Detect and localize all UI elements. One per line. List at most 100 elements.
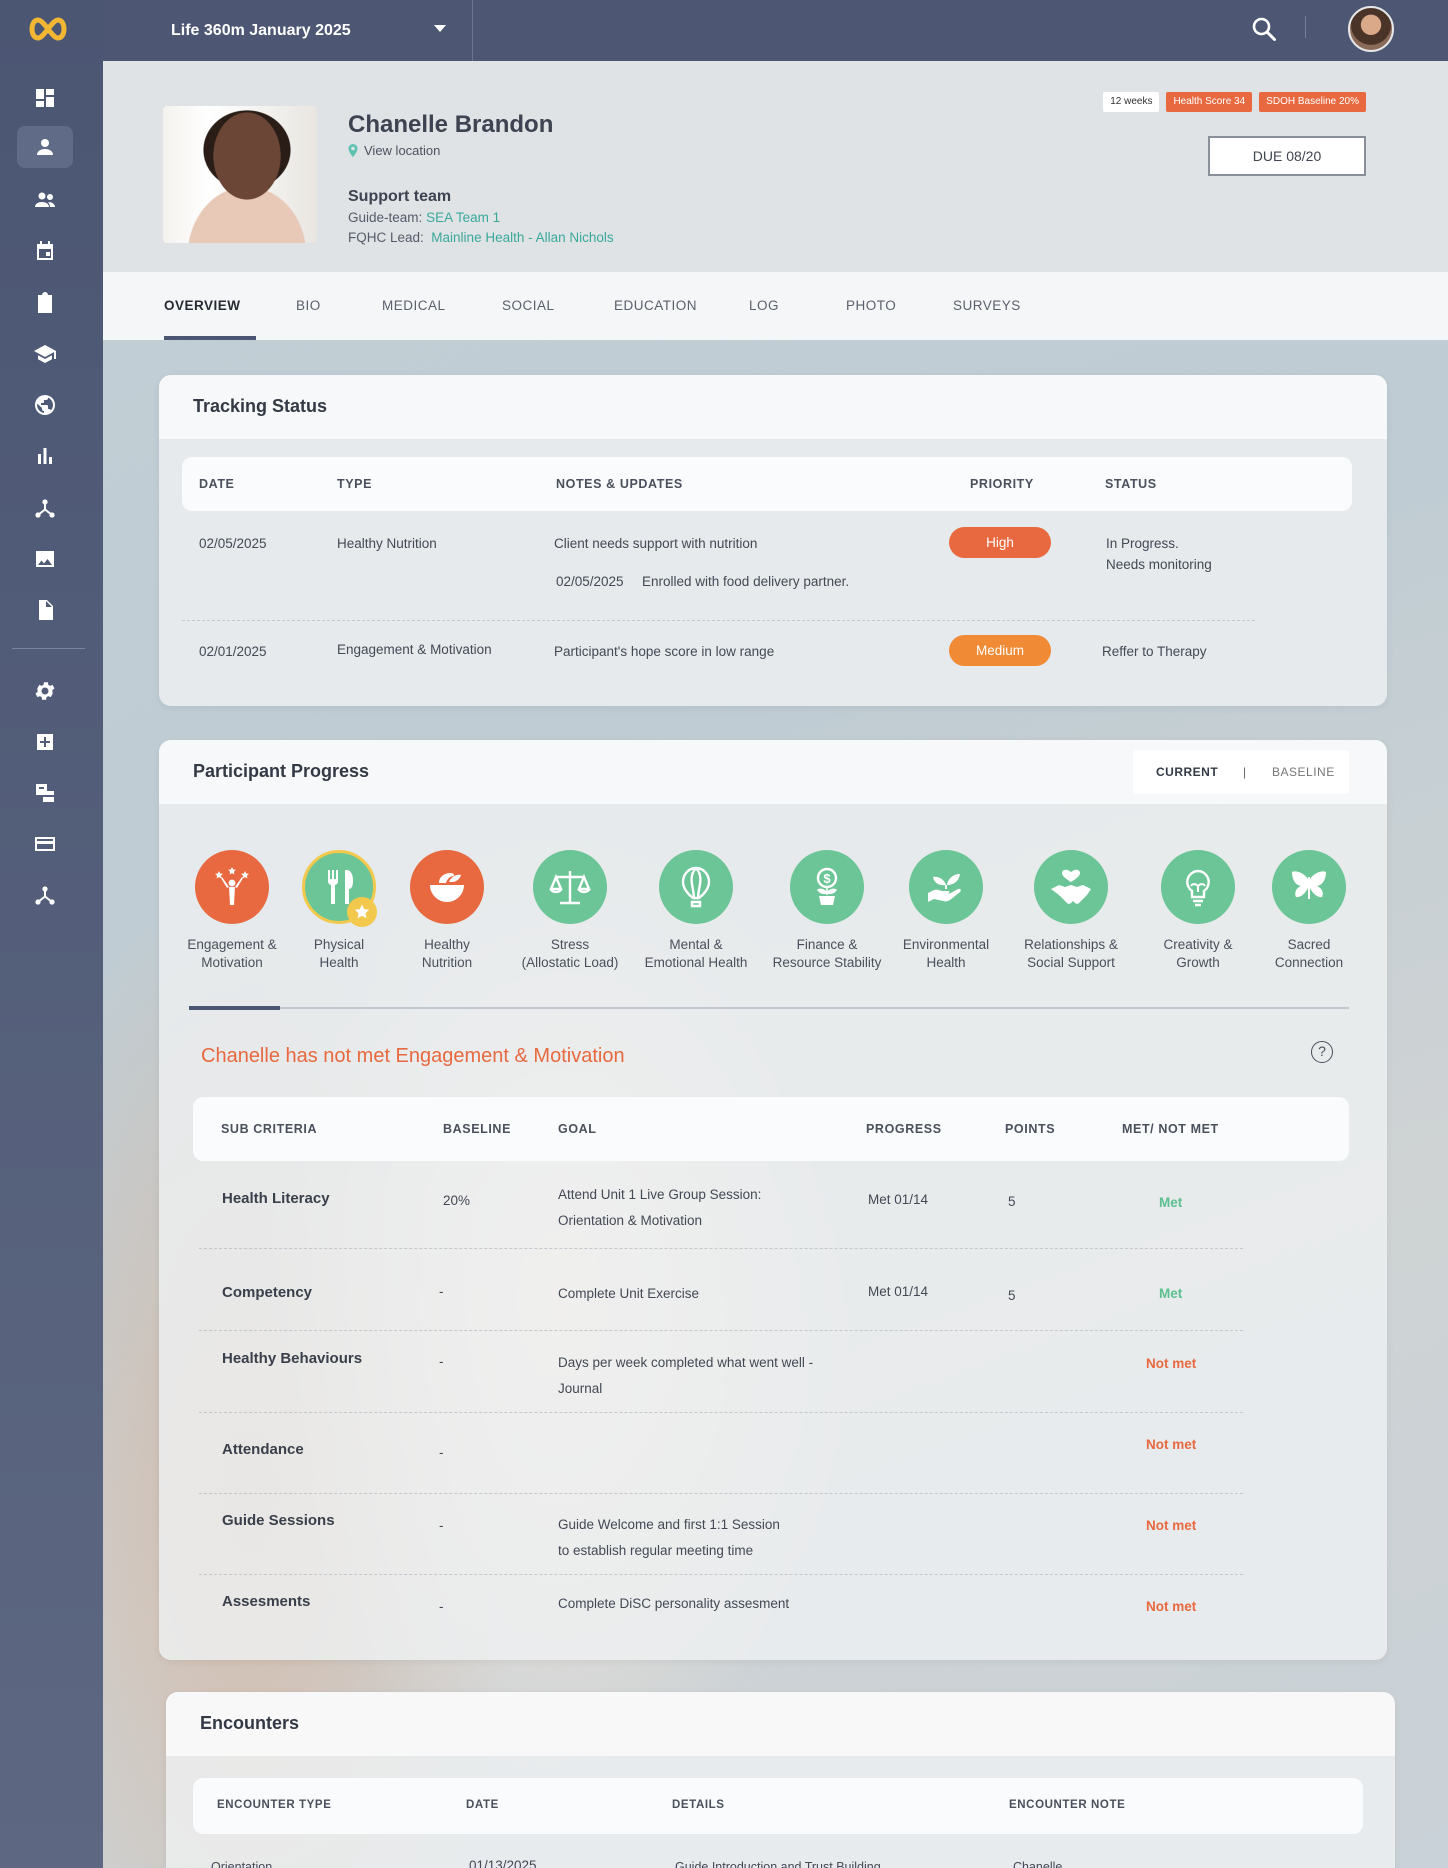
bulb-icon [1186,869,1210,907]
sidebar-calendar-icon[interactable] [17,230,73,272]
criteria-row-1-name: Health Literacy [222,1190,330,1207]
sidebar-settings-icon[interactable] [17,670,73,712]
sidebar-education-icon[interactable] [17,333,73,375]
criteria-row-5-result: Not met [1146,1518,1197,1533]
criteria-row-3-baseline: - [439,1354,444,1369]
column-encounter-details: DETAILS [672,1799,725,1811]
category-9-label-1: Creativity & [1163,937,1233,952]
sidebar-participant-icon[interactable] [17,126,73,168]
toggle-current[interactable]: CURRENT [1156,765,1218,779]
category-6-circle: $ [790,850,864,924]
category-7-circle [909,850,983,924]
category-8-circle [1034,850,1108,924]
criteria-row-5-baseline: - [439,1518,444,1533]
tracking-row-2-date: 02/01/2025 [199,644,267,659]
guide-team-link[interactable]: SEA Team 1 [426,210,500,225]
category-sacred-connection[interactable]: Sacred Connection [1244,850,1374,972]
tracking-status-header: Tracking Status [159,375,1387,439]
category-healthy-nutrition[interactable]: Healthy Nutrition [382,850,512,972]
column-priority: PRIORITY [970,477,1034,491]
sidebar-group-icon[interactable] [17,179,73,221]
user-avatar[interactable] [1348,6,1394,52]
criteria-row-6-goal-1: Complete DiSC personality assesment [558,1596,790,1611]
column-goal: GOAL [558,1122,597,1136]
tracking-status-card: Tracking Status DATE TYPE NOTES & UPDATE… [159,375,1387,706]
category-3-label-1: Healthy [424,937,470,952]
location-pin-icon [348,144,358,157]
program-select[interactable]: Life 360m January 2025 [103,0,473,61]
not-met-title: Chanelle has not met Engagement & Motiva… [201,1045,625,1067]
sidebar-translate-icon[interactable] [17,772,73,814]
hand-leaf-icon [928,874,961,902]
category-4-label-2: (Allostatic Load) [521,955,619,970]
balloon-icon [681,866,711,908]
encounters-title: Encounters [200,1713,300,1733]
active-tab-indicator [164,336,256,340]
tab-social[interactable]: SOCIAL [502,272,555,340]
criteria-row-2-goal-1: Complete Unit Exercise [558,1286,700,1301]
money-plant-icon: $ [816,867,838,905]
tab-education[interactable]: EDUCATION [614,272,697,340]
column-type: TYPE [337,477,373,491]
tab-overview[interactable]: OVERVIEW [164,272,241,340]
category-2-label-1: Physical [313,937,365,952]
chevron-down-icon [434,25,446,32]
sidebar-globe-icon[interactable] [17,384,73,426]
category-2-circle [302,850,377,927]
column-notes: NOTES & UPDATES [556,477,683,491]
tab-bio[interactable]: BIO [296,272,321,340]
priority-medium-badge: Medium [949,635,1051,666]
fqhc-lead-link[interactable]: Mainline Health - Allan Nichols [431,230,613,245]
category-2-label-2: Health [319,955,359,970]
tracking-row-1-status-1: In Progress. [1106,536,1179,551]
sidebar-dashboard-icon[interactable] [17,77,73,119]
criteria-row-5-goal-1: Guide Welcome and first 1:1 Session [558,1517,780,1532]
category-9-label-2: Growth [1176,955,1220,970]
sidebar-clipboard-icon[interactable] [17,282,73,324]
tab-log[interactable]: LOG [749,272,779,340]
sidebar-hierarchy-icon[interactable] [17,874,73,916]
participant-progress-header: Participant Progress CURRENT | BASELINE [159,740,1387,804]
tab-medical[interactable]: MEDICAL [382,272,446,340]
category-mental-emotional[interactable]: Mental & Emotional Health [631,850,761,972]
scale-icon [549,871,591,905]
topbar-divider [1305,16,1306,38]
criteria-row-2-progress: Met 01/14 [868,1284,929,1299]
column-points: POINTS [1005,1122,1056,1136]
sidebar-add-box-icon[interactable] [17,721,73,763]
view-location-link[interactable]: View location [348,143,440,158]
current-baseline-toggle: CURRENT | BASELINE [1133,750,1349,794]
category-finance-resource[interactable]: $ Finance & Resource Stability [762,850,892,972]
infinity-logo-icon[interactable] [27,14,69,44]
profile-tabs: OVERVIEW BIO MEDICAL SOCIAL EDUCATION LO… [103,272,1448,340]
guide-team-line: Guide-team: SEA Team 1 [348,210,500,225]
category-relationships-social[interactable]: Relationships & Social Support [1006,850,1136,972]
sidebar-chart-icon[interactable] [17,435,73,477]
tracking-row-2-type: Engagement & Motivation [337,642,492,657]
category-stress[interactable]: Stress (Allostatic Load) [505,850,635,972]
category-environmental-health[interactable]: Environmental Health [881,850,1011,972]
column-progress: PROGRESS [866,1122,942,1136]
sidebar-network-icon[interactable] [17,487,73,529]
encounter-row-date: 01/13/2025 [469,1858,537,1868]
sidebar-image-icon[interactable] [17,538,73,580]
butterfly-icon [1292,871,1326,899]
search-icon[interactable] [1251,16,1277,42]
encounter-row-note: Chanelle [1013,1860,1063,1868]
due-date-button[interactable]: DUE 08/20 [1208,136,1366,176]
column-date: DATE [199,477,235,491]
participant-photo [163,106,317,243]
criteria-row-3-result: Not met [1146,1356,1197,1371]
tab-surveys[interactable]: SURVEYS [953,272,1021,340]
help-icon[interactable]: ? [1311,1041,1333,1063]
sidebar-card-icon[interactable] [17,823,73,865]
criteria-row-3-name: Healthy Behaviours [222,1350,363,1367]
sidebar-document-icon[interactable] [17,589,73,631]
toggle-baseline[interactable]: BASELINE [1272,765,1335,779]
criteria-table-header: SUB CRITERIA BASELINE GOAL PROGRESS POIN… [193,1097,1349,1161]
category-slider-thumb[interactable] [189,1006,280,1010]
category-6-label-1: Finance & [796,937,858,952]
category-9-circle [1161,850,1235,924]
tab-photo[interactable]: PHOTO [846,272,896,340]
criteria-row-6-baseline: - [439,1599,444,1614]
